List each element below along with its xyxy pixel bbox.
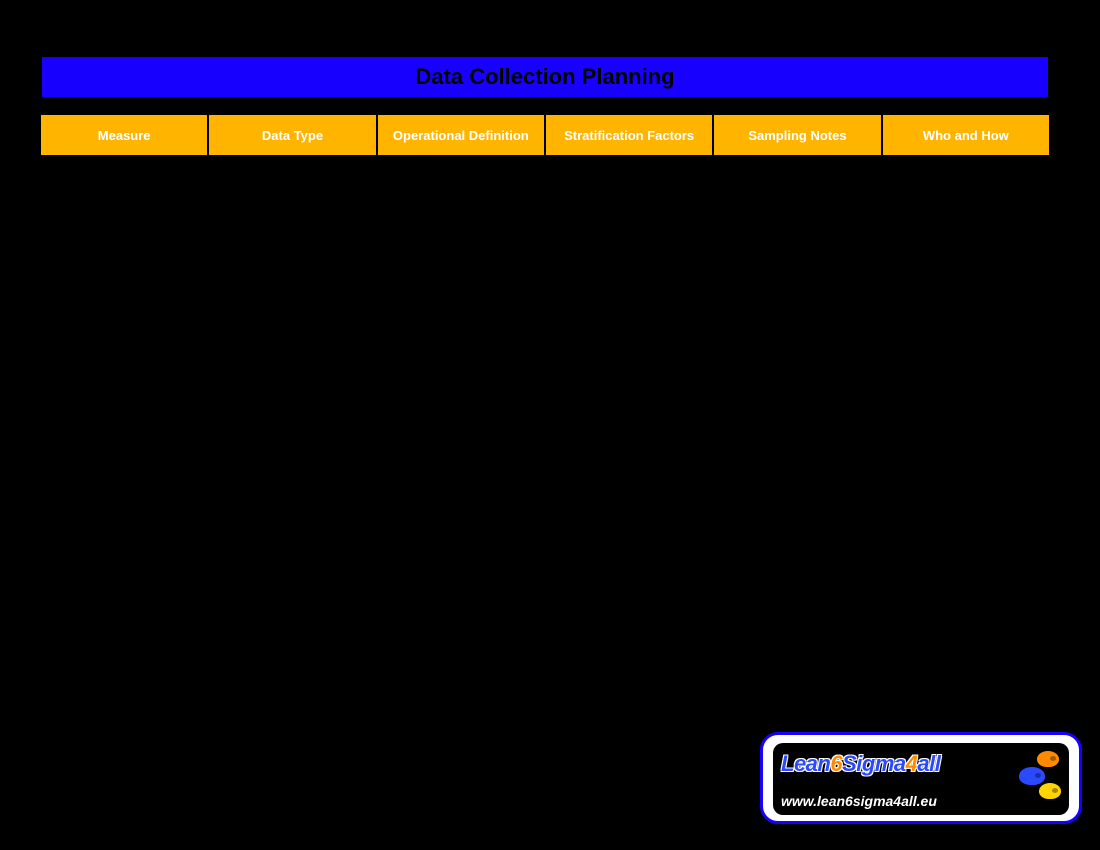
title-bar: Data Collection Planning xyxy=(40,55,1050,99)
logo-badge: Lean6Sigma4all www.lean6sigma4all.eu xyxy=(760,732,1082,824)
column-header-label: Data Type xyxy=(262,128,323,143)
slide: Data Collection Planning Measure Data Ty… xyxy=(0,0,1100,850)
column-header-label: Stratification Factors xyxy=(564,128,694,143)
title-text: Data Collection Planning xyxy=(415,64,674,90)
column-header: Who and How xyxy=(882,114,1050,156)
column-header: Data Type xyxy=(208,114,376,156)
pig-icon xyxy=(1037,751,1059,767)
column-header: Stratification Factors xyxy=(545,114,713,156)
column-header: Measure xyxy=(40,114,208,156)
column-header-label: Operational Definition xyxy=(393,128,529,143)
logo-word: 4 xyxy=(906,751,918,776)
table-header-row: Measure Data Type Operational Definition… xyxy=(40,114,1050,156)
logo-word: Lean xyxy=(781,751,830,776)
pig-icon xyxy=(1039,783,1061,799)
logo-word: Sigma xyxy=(842,751,906,776)
logo-word: all xyxy=(917,751,940,776)
column-header-label: Measure xyxy=(98,128,151,143)
column-header-label: Sampling Notes xyxy=(748,128,846,143)
logo-word: 6 xyxy=(830,751,842,776)
pig-icon xyxy=(1019,767,1045,785)
column-header-label: Who and How xyxy=(923,128,1009,143)
logo-inner: Lean6Sigma4all www.lean6sigma4all.eu xyxy=(773,743,1069,815)
logo-url: www.lean6sigma4all.eu xyxy=(781,793,937,809)
column-header: Operational Definition xyxy=(377,114,545,156)
column-header: Sampling Notes xyxy=(713,114,881,156)
logo-pigs-icon xyxy=(1009,749,1063,809)
logo-text: Lean6Sigma4all xyxy=(781,751,940,777)
table-body xyxy=(40,156,1050,696)
